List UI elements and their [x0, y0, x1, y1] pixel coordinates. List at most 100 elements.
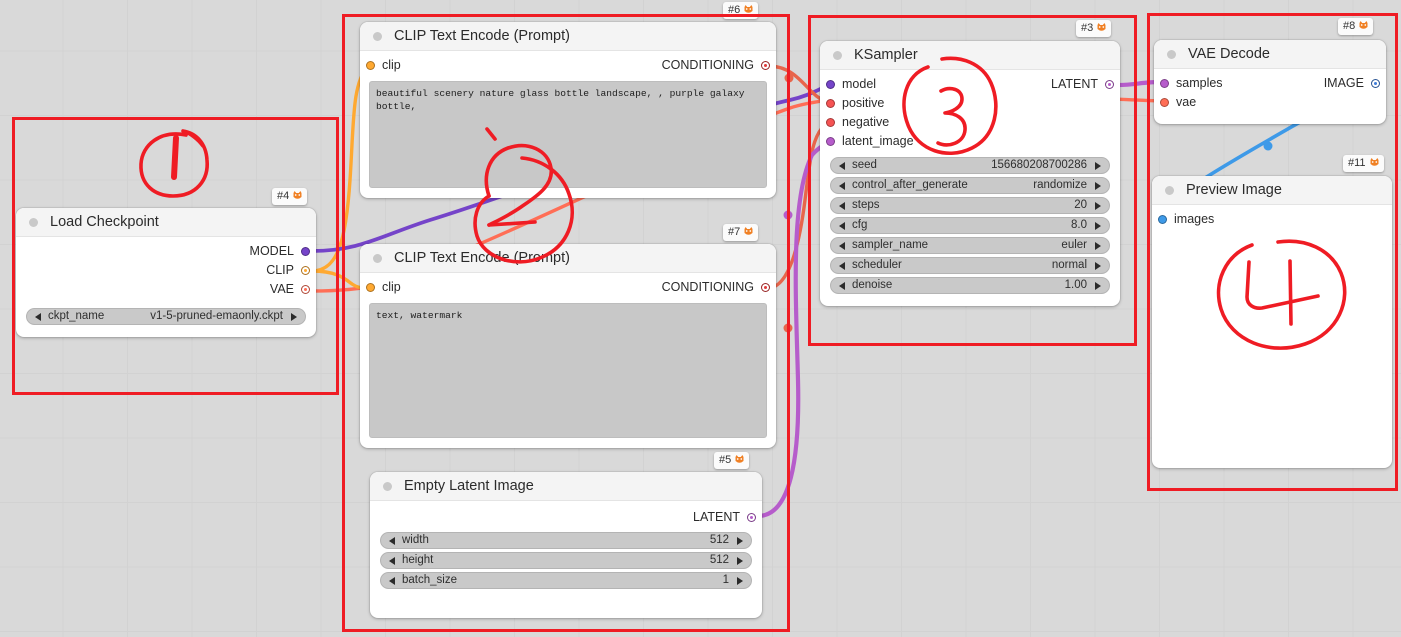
input-slot-positive[interactable]: positive	[820, 94, 1120, 113]
input-dot-samples[interactable]	[1160, 79, 1169, 88]
collapse-dot-icon[interactable]	[373, 254, 382, 263]
node-badge-label: #6	[728, 4, 741, 16]
node-badge-clip-negative[interactable]: #7	[723, 224, 759, 241]
slot-row-model: model LATENT	[820, 75, 1120, 94]
output-dot-latent[interactable]	[1105, 80, 1114, 89]
widget-prev-arrow-icon[interactable]	[839, 262, 845, 270]
widget-scheduler[interactable]: scheduler normal	[830, 257, 1110, 274]
output-dot-vae[interactable]	[301, 285, 310, 294]
input-dot-vae[interactable]	[1160, 98, 1169, 107]
widget-prev-arrow-icon[interactable]	[839, 182, 845, 190]
widget-next-arrow-icon[interactable]	[1095, 262, 1101, 270]
widget-next-arrow-icon[interactable]	[737, 537, 743, 545]
output-slot-conditioning[interactable]: CONDITIONING	[662, 278, 776, 297]
node-badge-label: #7	[728, 226, 741, 238]
widget-prev-arrow-icon[interactable]	[35, 313, 41, 321]
node-badge-empty-latent[interactable]: #5	[714, 452, 750, 469]
text-widget-negative-prompt[interactable]: text, watermark	[369, 303, 767, 438]
widget-next-arrow-icon[interactable]	[737, 557, 743, 565]
node-badge-preview-image[interactable]: #11	[1343, 155, 1384, 172]
collapse-dot-icon[interactable]	[29, 218, 38, 227]
widget-seed[interactable]: seed 156680208700286	[830, 157, 1110, 174]
input-slot-latent-image[interactable]: latent_image	[820, 132, 1120, 151]
widget-next-arrow-icon[interactable]	[1095, 202, 1101, 210]
widget-steps[interactable]: steps 20	[830, 197, 1110, 214]
input-dot-model[interactable]	[826, 80, 835, 89]
output-slot-vae[interactable]: VAE	[16, 280, 316, 299]
widget-sampler-name[interactable]: sampler_name euler	[830, 237, 1110, 254]
widget-prev-arrow-icon[interactable]	[839, 162, 845, 170]
input-dot-latent-image[interactable]	[826, 137, 835, 146]
widget-next-arrow-icon[interactable]	[1095, 162, 1101, 170]
output-dot-image[interactable]	[1371, 79, 1380, 88]
collapse-dot-icon[interactable]	[373, 32, 382, 41]
widget-prev-arrow-icon[interactable]	[389, 557, 395, 565]
widget-denoise[interactable]: denoise 1.00	[830, 277, 1110, 294]
widget-cfg[interactable]: cfg 8.0	[830, 217, 1110, 234]
comfyui-graph-canvas[interactable]: #4 Load Checkpoint MODEL CLIP VAE ckpt_n…	[0, 0, 1401, 637]
output-dot-latent[interactable]	[747, 513, 756, 522]
output-slot-image[interactable]: IMAGE	[1324, 74, 1386, 93]
output-dot-conditioning[interactable]	[761, 61, 770, 70]
node-preview-image[interactable]: Preview Image images	[1152, 176, 1392, 468]
node-badge-clip-positive[interactable]: #6	[723, 2, 759, 19]
widget-prev-arrow-icon[interactable]	[839, 202, 845, 210]
input-slot-vae[interactable]: vae	[1154, 93, 1386, 112]
widget-next-arrow-icon[interactable]	[1095, 242, 1101, 250]
node-clip-text-encode-negative[interactable]: CLIP Text Encode (Prompt) clip CONDITION…	[360, 244, 776, 448]
input-slot-samples[interactable]: samples	[1154, 74, 1223, 93]
output-slot-latent[interactable]: LATENT	[370, 508, 762, 527]
node-title-load-checkpoint: Load Checkpoint	[16, 208, 316, 237]
collapse-dot-icon[interactable]	[833, 51, 842, 60]
node-body-vae-decode: samples IMAGE vae	[1154, 69, 1386, 124]
output-dot-conditioning[interactable]	[761, 283, 770, 292]
node-vae-decode[interactable]: VAE Decode samples IMAGE vae	[1154, 40, 1386, 124]
collapse-dot-icon[interactable]	[1167, 50, 1176, 59]
widget-height[interactable]: height 512	[380, 552, 752, 569]
widget-prev-arrow-icon[interactable]	[389, 577, 395, 585]
node-badge-ksampler[interactable]: #3	[1076, 20, 1112, 37]
widget-ckpt-name[interactable]: ckpt_name v1-5-pruned-emaonly.ckpt	[26, 308, 306, 325]
node-body-clip-negative: clip CONDITIONING text, watermark	[360, 273, 776, 448]
widget-batch-size[interactable]: batch_size 1	[380, 572, 752, 589]
input-dot-clip[interactable]	[366, 283, 375, 292]
link-midpoint-dot	[783, 210, 793, 220]
output-slot-model[interactable]: MODEL	[16, 242, 316, 261]
widget-next-arrow-icon[interactable]	[1095, 222, 1101, 230]
input-slot-clip[interactable]: clip	[360, 56, 401, 75]
output-slot-latent[interactable]: LATENT	[1051, 75, 1120, 94]
node-badge-vae-decode[interactable]: #8	[1338, 18, 1374, 35]
node-load-checkpoint[interactable]: Load Checkpoint MODEL CLIP VAE ckpt_name…	[16, 208, 316, 337]
input-slot-images[interactable]: images	[1152, 210, 1392, 229]
output-slot-clip[interactable]: CLIP	[16, 261, 316, 280]
node-body-empty-latent: LATENT width 512 height 512 batch_size 1	[370, 501, 762, 618]
output-dot-clip[interactable]	[301, 266, 310, 275]
collapse-dot-icon[interactable]	[383, 482, 392, 491]
widget-control-after-generate[interactable]: control_after_generate randomize	[830, 177, 1110, 194]
node-badge-load-checkpoint[interactable]: #4	[272, 188, 308, 205]
widget-width[interactable]: width 512	[380, 532, 752, 549]
widget-next-arrow-icon[interactable]	[1095, 282, 1101, 290]
output-slot-conditioning[interactable]: CONDITIONING	[662, 56, 776, 75]
collapse-dot-icon[interactable]	[1165, 186, 1174, 195]
input-dot-negative[interactable]	[826, 118, 835, 127]
output-dot-model[interactable]	[301, 247, 310, 256]
widget-prev-arrow-icon[interactable]	[389, 537, 395, 545]
text-widget-positive-prompt[interactable]: beautiful scenery nature glass bottle la…	[369, 81, 767, 188]
widget-next-arrow-icon[interactable]	[291, 313, 297, 321]
widget-prev-arrow-icon[interactable]	[839, 242, 845, 250]
input-dot-images[interactable]	[1158, 215, 1167, 224]
node-empty-latent-image[interactable]: Empty Latent Image LATENT width 512 heig…	[370, 472, 762, 618]
widget-next-arrow-icon[interactable]	[737, 577, 743, 585]
widget-next-arrow-icon[interactable]	[1095, 182, 1101, 190]
widget-prev-arrow-icon[interactable]	[839, 222, 845, 230]
input-slot-negative[interactable]: negative	[820, 113, 1120, 132]
node-ksampler[interactable]: KSampler model LATENT positive negative	[820, 41, 1120, 306]
input-dot-clip[interactable]	[366, 61, 375, 70]
node-clip-text-encode-positive[interactable]: CLIP Text Encode (Prompt) clip CONDITION…	[360, 22, 776, 198]
node-title-vae-decode: VAE Decode	[1154, 40, 1386, 69]
input-slot-clip[interactable]: clip	[360, 278, 401, 297]
widget-prev-arrow-icon[interactable]	[839, 282, 845, 290]
input-dot-positive[interactable]	[826, 99, 835, 108]
input-slot-model[interactable]: model	[820, 75, 876, 94]
